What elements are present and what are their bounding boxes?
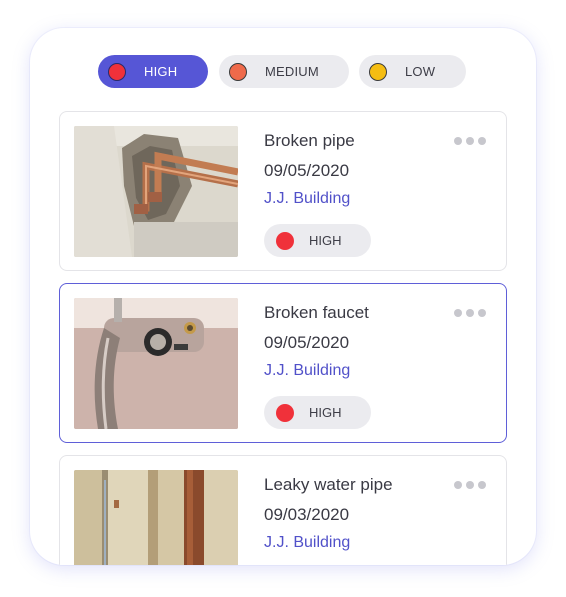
leaky-pipe-photo — [74, 470, 238, 565]
issue-location-link[interactable]: J.J. Building — [264, 362, 350, 380]
issue-location-link[interactable]: J.J. Building — [264, 190, 350, 208]
medium-priority-dot-icon — [229, 62, 247, 81]
issue-title: Broken faucet — [264, 303, 369, 322]
issue-card[interactable]: Broken faucet 09/05/2020 J.J. Building H… — [59, 283, 507, 443]
priority-badge: HIGH — [264, 396, 371, 429]
high-priority-dot-icon — [276, 403, 294, 422]
filter-chip-medium[interactable]: MEDIUM — [219, 55, 349, 88]
issue-card[interactable]: Broken pipe 09/05/2020 J.J. Building HIG… — [59, 111, 507, 271]
issue-card[interactable]: Leaky water pipe 09/03/2020 J.J. Buildin… — [59, 455, 507, 565]
priority-badge-label: HIGH — [309, 405, 342, 420]
more-options-icon[interactable] — [452, 135, 488, 147]
priority-badge-label: HIGH — [309, 233, 342, 248]
issue-location-link[interactable]: J.J. Building — [264, 534, 350, 552]
issue-date: 09/05/2020 — [264, 333, 350, 352]
issues-panel: HIGH MEDIUM LOW Broken pipe 09/05/2020 J… — [30, 28, 536, 565]
more-options-icon[interactable] — [452, 307, 488, 319]
low-priority-dot-icon — [369, 62, 387, 81]
issue-title: Leaky water pipe — [264, 475, 393, 494]
broken-faucet-photo — [74, 298, 238, 429]
high-priority-dot-icon — [276, 231, 294, 250]
filter-chip-label: MEDIUM — [265, 64, 319, 79]
priority-badge: HIGH — [264, 224, 371, 257]
filter-chip-label: HIGH — [144, 64, 178, 79]
issue-title: Broken pipe — [264, 131, 355, 150]
issue-date: 09/03/2020 — [264, 505, 350, 524]
filter-chip-label: LOW — [405, 64, 436, 79]
filter-chip-low[interactable]: LOW — [359, 55, 466, 88]
priority-filter-bar: HIGH MEDIUM LOW — [30, 55, 536, 89]
high-priority-dot-icon — [108, 62, 126, 81]
issue-date: 09/05/2020 — [264, 161, 350, 180]
filter-chip-high[interactable]: HIGH — [98, 55, 208, 88]
broken-pipe-photo — [74, 126, 238, 257]
more-options-icon[interactable] — [452, 479, 488, 491]
